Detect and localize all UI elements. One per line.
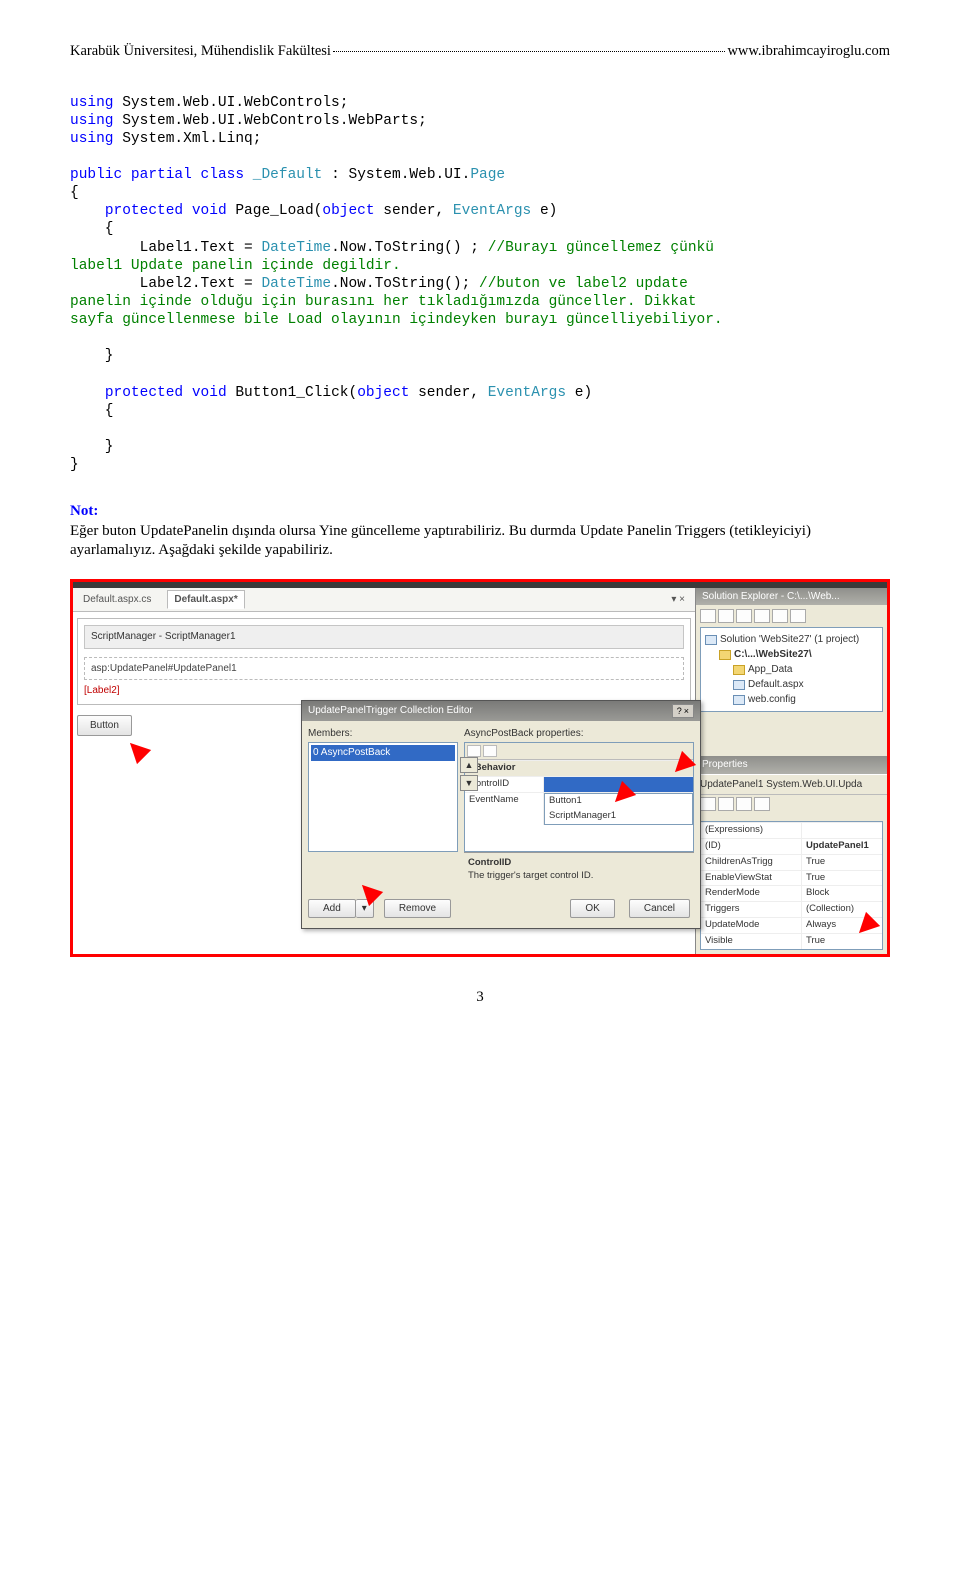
dialog-window-buttons[interactable]: ?× <box>672 704 694 718</box>
ok-button[interactable]: OK <box>570 899 614 919</box>
solution-tree[interactable]: Solution 'WebSite27' (1 project) C:\...\… <box>700 627 883 712</box>
toolbar-icon[interactable] <box>790 609 806 623</box>
prop-row[interactable]: (ID)UpdatePanel1 <box>701 838 882 854</box>
dialog-titlebar: UpdatePanelTrigger Collection Editor ?× <box>302 701 700 721</box>
reorder-buttons: ▲ ▼ <box>460 757 478 791</box>
controlid-row[interactable]: ControlID <box>465 776 693 792</box>
note-text: Eğer buton UpdatePanelin dışında olursa … <box>70 523 811 559</box>
note-paragraph: Not: Eğer buton UpdatePanelin dışında ol… <box>70 502 890 561</box>
move-up-icon[interactable]: ▲ <box>460 757 478 773</box>
code-block: using System.Web.UI.WebControls; using S… <box>70 94 890 475</box>
tab-aspx[interactable]: Default.aspx* <box>167 590 244 610</box>
prop-panel: AsyncPostBack properties: □ Behavior Con… <box>464 727 694 887</box>
page-number: 3 <box>70 987 890 1007</box>
screenshot: Default.aspx.cs Default.aspx* ▾ × Script… <box>70 579 890 957</box>
note-label: Not: <box>70 503 98 519</box>
eventname-row[interactable]: EventName Button1 ScriptManager1 <box>465 792 693 825</box>
tree-node[interactable]: Solution 'WebSite27' (1 project) <box>705 632 878 647</box>
document-tabs: Default.aspx.cs Default.aspx* ▾ × <box>73 588 695 613</box>
prop-row[interactable]: VisibleTrue <box>701 933 882 949</box>
propgrid-help: ControlID The trigger's target control I… <box>464 852 694 887</box>
props-icon[interactable] <box>736 797 752 811</box>
member-item[interactable]: 0 AsyncPostBack <box>311 745 455 761</box>
toolbar-icon[interactable] <box>718 609 734 623</box>
solution-explorer: Solution 'WebSite27' (1 project) C:\...\… <box>696 605 887 716</box>
scriptmanager-control[interactable]: ScriptManager - ScriptManager1 <box>84 625 684 649</box>
designer-area: Default.aspx.cs Default.aspx* ▾ × Script… <box>73 588 695 954</box>
move-down-icon[interactable]: ▼ <box>460 775 478 791</box>
members-label: Members: <box>308 727 458 741</box>
solution-icon <box>705 635 717 645</box>
properties-title: Properties <box>696 756 887 774</box>
prop-panel-label: AsyncPostBack properties: <box>464 727 694 741</box>
categorized-icon[interactable] <box>700 797 716 811</box>
toolbar-icon[interactable] <box>754 609 770 623</box>
arrow-icon <box>123 736 151 764</box>
behavior-category: □ Behavior <box>465 760 693 776</box>
members-listbox[interactable]: 0 AsyncPostBack <box>308 742 458 852</box>
prop-row-triggers[interactable]: Triggers(Collection) <box>701 901 882 917</box>
page-header: Karabük Üniversitesi, Mühendislik Fakült… <box>70 42 890 62</box>
file-icon <box>733 695 745 705</box>
categorized-icon[interactable] <box>467 745 481 757</box>
toolbar-icon[interactable] <box>700 609 716 623</box>
folder-icon <box>719 650 731 660</box>
tree-node[interactable]: Default.aspx <box>705 677 878 692</box>
dialog-property-grid[interactable]: □ Behavior ControlID EventName B <box>464 742 694 852</box>
tree-node[interactable]: App_Data <box>705 662 878 677</box>
alphabetical-icon[interactable] <box>718 797 734 811</box>
solexp-toolbar <box>700 609 883 623</box>
properties-selected-object[interactable]: UpdatePanel1 System.Web.UI.Upda <box>696 774 887 796</box>
propgrid-toolbar <box>465 743 693 760</box>
prop-row[interactable]: RenderModeBlock <box>701 885 882 901</box>
tab-codebehind[interactable]: Default.aspx.cs <box>77 591 157 609</box>
prop-row[interactable]: EnableViewStatTrue <box>701 870 882 886</box>
right-column: Solution Explorer - C:\...\Web... Soluti… <box>695 588 887 954</box>
folder-icon <box>733 665 745 675</box>
prop-row[interactable]: (Expressions) <box>701 822 882 838</box>
design-button-control[interactable]: Button <box>77 715 132 737</box>
cancel-button[interactable]: Cancel <box>629 899 690 919</box>
remove-button[interactable]: Remove <box>384 899 451 919</box>
tree-node[interactable]: web.config <box>705 692 878 707</box>
tab-close-icon[interactable]: ▾ × <box>671 593 691 607</box>
solution-explorer-title: Solution Explorer - C:\...\Web... <box>696 588 887 606</box>
header-dots <box>333 51 725 52</box>
header-left: Karabük Üniversitesi, Mühendislik Fakült… <box>70 42 331 62</box>
updatepanel-control[interactable]: asp:UpdatePanel#UpdatePanel1 <box>84 657 684 681</box>
members-panel: Members: 0 AsyncPostBack ▲ ▼ <box>308 727 458 887</box>
toolbar-icon[interactable] <box>736 609 752 623</box>
dialog-title-text: UpdatePanelTrigger Collection Editor <box>308 704 473 718</box>
toolbar-icon[interactable] <box>772 609 788 623</box>
prop-row[interactable]: ChildrenAsTriggTrue <box>701 854 882 870</box>
design-surface: ScriptManager - ScriptManager1 asp:Updat… <box>77 618 691 705</box>
props-toolbar <box>700 797 883 811</box>
alphabetical-icon[interactable] <box>483 745 497 757</box>
events-icon[interactable] <box>754 797 770 811</box>
header-right: www.ibrahimcayiroglu.com <box>727 42 890 62</box>
file-icon <box>733 680 745 690</box>
label2-placeholder[interactable]: [Label2] <box>84 684 684 698</box>
dropdown-option[interactable]: ScriptManager1 <box>545 809 692 824</box>
tree-node[interactable]: C:\...\WebSite27\ <box>705 647 878 662</box>
